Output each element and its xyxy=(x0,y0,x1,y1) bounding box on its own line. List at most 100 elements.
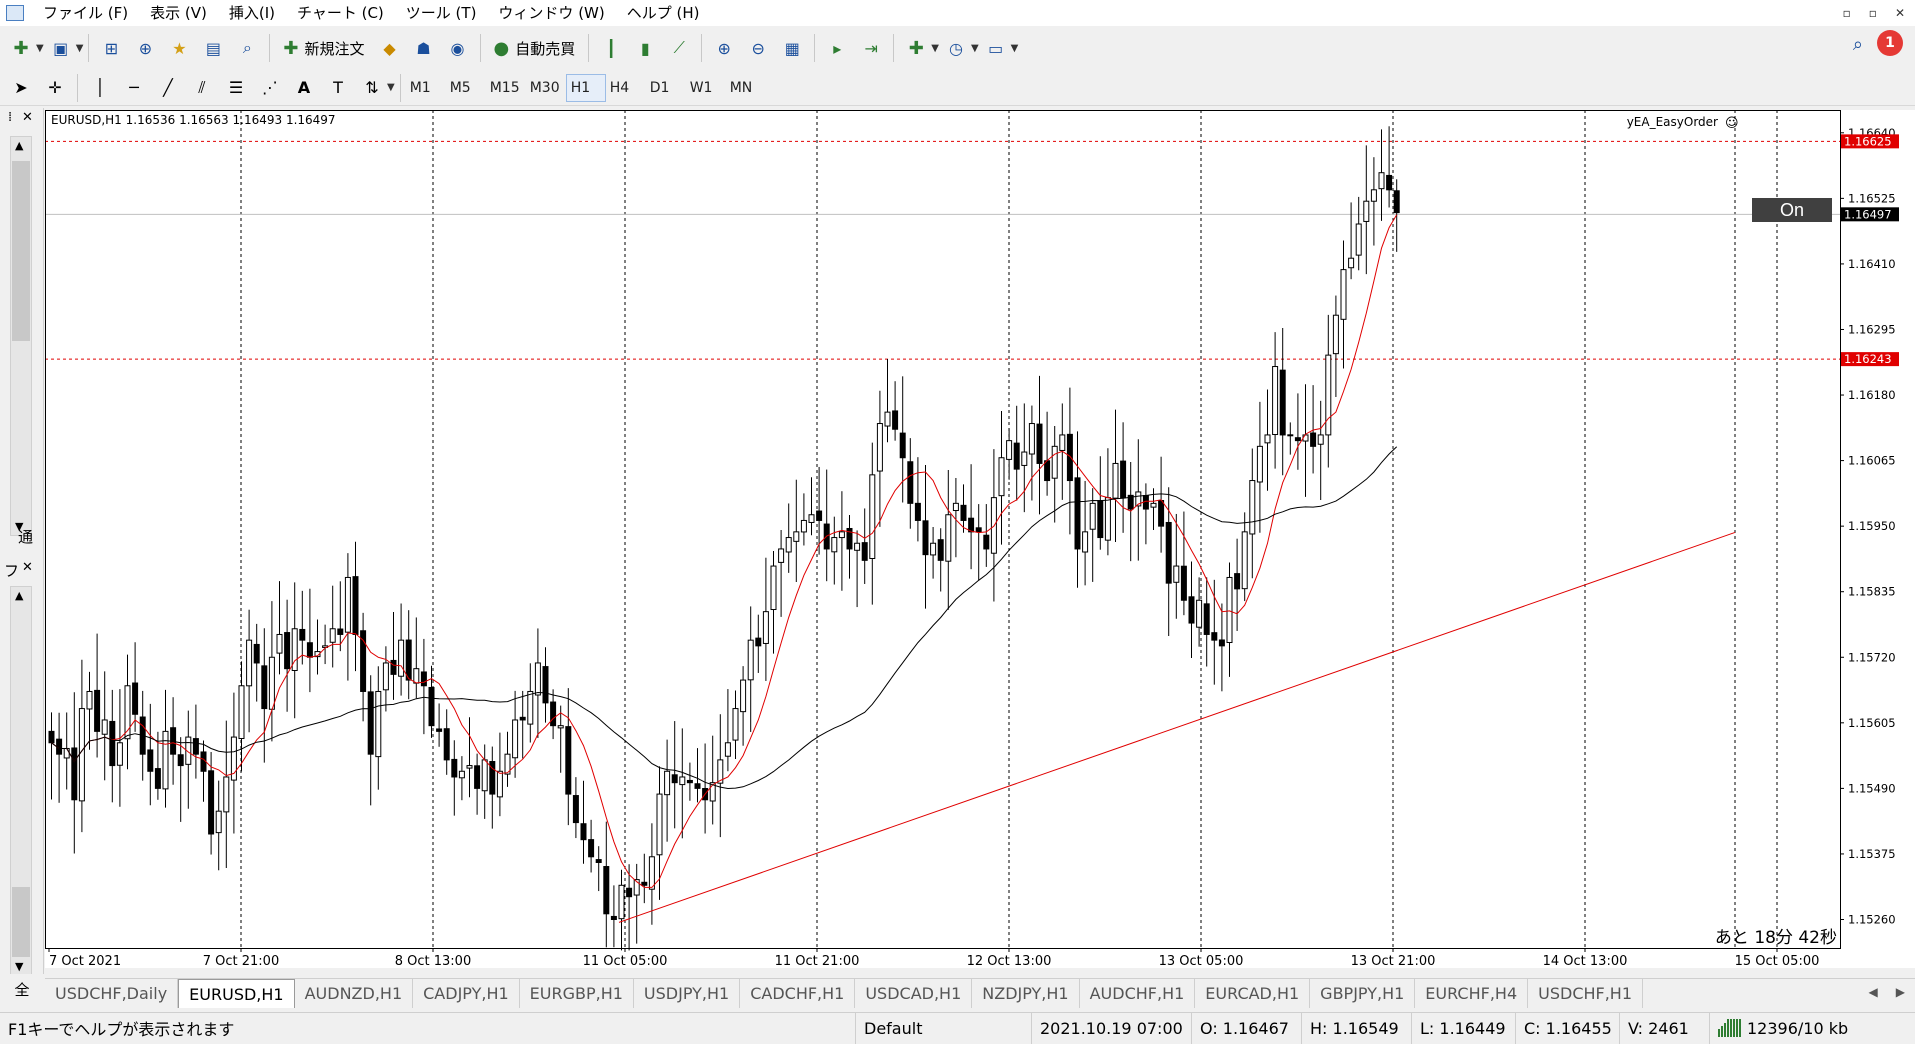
scroll-thumb[interactable] xyxy=(12,887,30,957)
minimize-icon[interactable]: ▫ xyxy=(1843,6,1851,20)
terminal-button[interactable]: ▤ xyxy=(198,33,228,63)
equidistant-channel-button[interactable]: ⫽ xyxy=(187,73,217,103)
restore-icon[interactable]: ▫ xyxy=(1869,6,1877,20)
timeframe-d1[interactable]: D1 xyxy=(646,80,686,96)
chart-tab[interactable]: USDCAD,H1 xyxy=(855,979,972,1008)
profiles-button[interactable]: ▣ xyxy=(46,33,76,63)
search-icon[interactable]: ⌕ xyxy=(1853,34,1863,55)
menu-insert[interactable]: 挿入(I) xyxy=(218,0,286,26)
menu-help[interactable]: ヘルプ (H) xyxy=(616,0,711,26)
timeframe-h1[interactable]: H1 xyxy=(566,74,606,102)
chart-tab[interactable]: EURGBP,H1 xyxy=(520,979,634,1008)
data-window-button[interactable]: ⊕ xyxy=(130,33,160,63)
close-icon[interactable]: ✕ xyxy=(22,560,33,575)
chart-tab[interactable]: NZDJPY,H1 xyxy=(972,979,1079,1008)
signals-button[interactable]: ☗ xyxy=(409,33,439,63)
price-chart[interactable]: 7 Oct 20217 Oct 21:008 Oct 13:0011 Oct 0… xyxy=(45,110,1915,968)
navigator-scrollbar[interactable]: ▲ ▼ xyxy=(10,586,32,976)
timeframe-h4[interactable]: H4 xyxy=(606,80,646,96)
close-icon[interactable]: ✕ xyxy=(1895,6,1905,20)
chart-tab[interactable]: USDCHF,Daily xyxy=(45,979,178,1008)
menu-window[interactable]: ウィンドウ (W) xyxy=(487,0,615,26)
candle-bear xyxy=(1280,370,1285,435)
timeframe-m15[interactable]: M15 xyxy=(486,80,526,96)
close-icon[interactable]: ✕ xyxy=(22,110,33,125)
zoom-in-button[interactable]: ⊕ xyxy=(709,33,739,63)
market-watch-button[interactable]: ⊞ xyxy=(96,33,126,63)
trendline-button[interactable]: ╱ xyxy=(153,73,183,103)
new-chart-button[interactable]: ✚ xyxy=(6,33,36,63)
chart-tab[interactable]: AUDCHF,H1 xyxy=(1080,979,1196,1008)
fibonacci-fan-button[interactable]: ⋰ xyxy=(255,73,285,103)
chevron-down-icon[interactable]: ▼ xyxy=(387,82,395,93)
all-tab[interactable]: 全 xyxy=(0,974,44,1004)
chart-tab[interactable]: CADCHF,H1 xyxy=(740,979,855,1008)
text-label-button[interactable]: T xyxy=(323,73,353,103)
chevron-down-icon[interactable]: ▼ xyxy=(36,43,44,54)
bar-chart-button[interactable]: ┃ xyxy=(596,33,626,63)
chart-tab[interactable]: CADJPY,H1 xyxy=(413,979,520,1008)
timeframe-m30[interactable]: M30 xyxy=(526,80,566,96)
chart-tab[interactable]: EURCAD,H1 xyxy=(1195,979,1310,1008)
zoom-out-button[interactable]: ⊖ xyxy=(743,33,773,63)
strategy-tester-button[interactable]: ⌕ xyxy=(232,33,262,63)
menu-view[interactable]: 表示 (V) xyxy=(139,0,218,26)
timeframe-w1[interactable]: W1 xyxy=(686,80,726,96)
chart-tab[interactable]: USDJPY,H1 xyxy=(634,979,740,1008)
chart-shift-button[interactable]: ⇥ xyxy=(856,33,886,63)
periods-button[interactable]: ◷ xyxy=(941,33,971,63)
scroll-up-icon[interactable]: ▲ xyxy=(15,589,23,602)
candlestick-button[interactable]: ▮ xyxy=(630,33,660,63)
crosshair-icon: ⊕ xyxy=(139,39,152,58)
chart-tab[interactable]: EURCHF,H4 xyxy=(1415,979,1528,1008)
ea-on-button[interactable]: On xyxy=(1780,200,1804,220)
horizontal-line-button[interactable]: ─ xyxy=(119,73,149,103)
chevron-down-icon[interactable]: ▼ xyxy=(931,43,939,54)
navigator-button[interactable]: ★ xyxy=(164,33,194,63)
timeframe-m1[interactable]: M1 xyxy=(406,80,446,96)
crosshair-button[interactable]: ✛ xyxy=(40,73,70,103)
new-order-button[interactable]: ✚ 新規注文 xyxy=(277,33,370,63)
menu-file[interactable]: ファイル (F) xyxy=(32,0,139,26)
auto-trading-button[interactable]: ● 自動売買 xyxy=(488,33,582,63)
autoscroll-button[interactable]: ▸ xyxy=(822,33,852,63)
arrows-button[interactable]: ⇅ xyxy=(357,73,387,103)
collapse-icon[interactable]: ⁞ xyxy=(8,110,12,125)
line-chart-button[interactable]: ⟋ xyxy=(664,33,694,63)
tab-label-navigator[interactable]: フ xyxy=(4,560,19,581)
timeframe-m5[interactable]: M5 xyxy=(446,80,486,96)
indicators-button[interactable]: ✚ xyxy=(901,33,931,63)
cursor-button[interactable]: ➤ xyxy=(6,73,36,103)
chevron-down-icon[interactable]: ▼ xyxy=(971,43,979,54)
trendline[interactable] xyxy=(619,532,1735,922)
chart-tab[interactable]: AUDNZD,H1 xyxy=(295,979,414,1008)
tile-windows-button[interactable]: ▦ xyxy=(777,33,807,63)
scroll-down-icon[interactable]: ▼ xyxy=(15,960,23,973)
tab-scroll-right-icon[interactable]: ▶ xyxy=(1896,985,1905,999)
text-button[interactable]: A xyxy=(289,73,319,103)
chart-tab[interactable]: GBPJPY,H1 xyxy=(1310,979,1415,1008)
vertical-line-button[interactable]: │ xyxy=(85,73,115,103)
menu-tools[interactable]: ツール (T) xyxy=(395,0,488,26)
candle-bear xyxy=(1159,500,1164,526)
templates-button[interactable]: ▭ xyxy=(981,33,1011,63)
scroll-thumb[interactable] xyxy=(12,161,30,341)
market-watch-scrollbar[interactable]: ▲ ▼ xyxy=(10,136,32,536)
line-chart-icon: ⟋ xyxy=(674,38,685,58)
chart-window[interactable]: 7 Oct 20217 Oct 21:008 Oct 13:0011 Oct 0… xyxy=(45,110,1915,968)
vps-button[interactable]: ◉ xyxy=(443,33,473,63)
metaeditor-button[interactable]: ◆ xyxy=(375,33,405,63)
chevron-down-icon[interactable]: ▼ xyxy=(1011,43,1019,54)
chart-tab[interactable]: EURUSD,H1 xyxy=(178,979,294,1008)
scroll-up-icon[interactable]: ▲ xyxy=(15,139,23,152)
connection-status[interactable]: 12396/10 kb xyxy=(1709,1013,1856,1044)
chevron-down-icon[interactable]: ▼ xyxy=(76,43,84,54)
tab-scroll-left-icon[interactable]: ◀ xyxy=(1869,985,1878,999)
menu-chart[interactable]: チャート (C) xyxy=(286,0,395,26)
tab-label-market[interactable]: 通 xyxy=(18,526,33,547)
candle-bull xyxy=(1007,441,1012,460)
notification-badge[interactable]: 1 xyxy=(1877,30,1903,56)
timeframe-mn[interactable]: MN xyxy=(726,80,766,96)
chart-tab[interactable]: USDCHF,H1 xyxy=(1528,979,1643,1008)
fibonacci-button[interactable]: ☰ xyxy=(221,73,251,103)
